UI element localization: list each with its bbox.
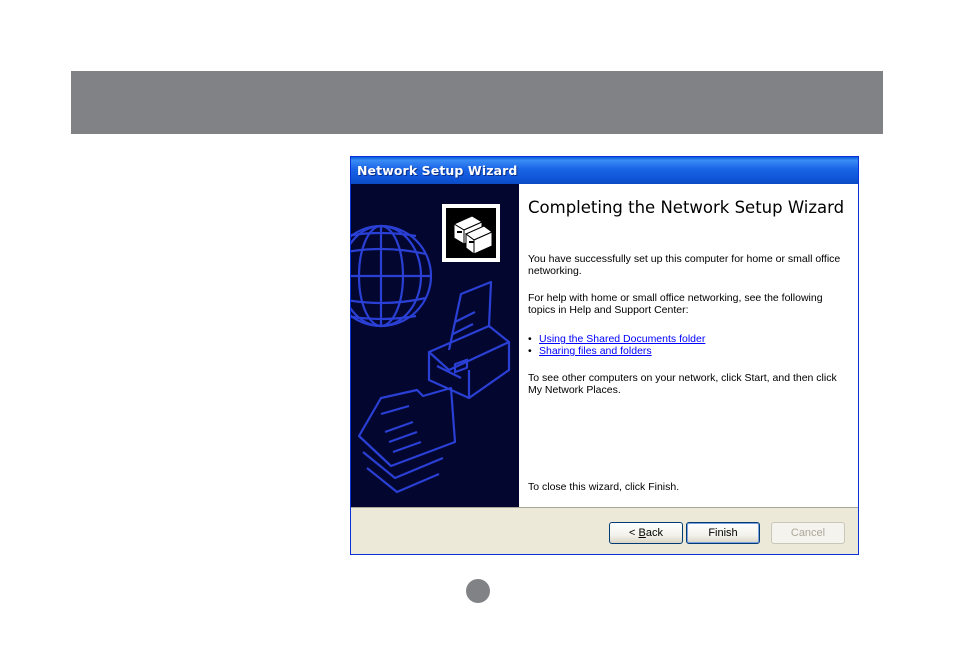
window-title: Network Setup Wizard bbox=[357, 163, 518, 178]
link-sharing-files[interactable]: Sharing files and folders bbox=[539, 345, 652, 357]
printer-icon bbox=[427, 280, 511, 400]
back-button[interactable]: < Back bbox=[609, 522, 683, 544]
help-topic-item: Using the Shared Documents folder bbox=[528, 333, 705, 345]
success-message: You have successfully set up this comput… bbox=[528, 253, 841, 277]
wizard-content: Completing the Network Setup Wizard You … bbox=[442, 184, 858, 507]
help-message: For help with home or small office netwo… bbox=[528, 292, 823, 316]
back-accelerator: B bbox=[638, 527, 646, 539]
title-bar[interactable]: Network Setup Wizard bbox=[351, 157, 858, 184]
network-computers-icon bbox=[442, 204, 500, 262]
wizard-heading: Completing the Network Setup Wizard bbox=[528, 198, 845, 217]
back-arrow-icon: < bbox=[629, 527, 639, 539]
link-shared-documents[interactable]: Using the Shared Documents folder bbox=[539, 333, 705, 345]
cancel-button[interactable]: Cancel bbox=[771, 522, 845, 544]
button-bar: < Back Finish Cancel bbox=[351, 507, 858, 554]
close-instruction: To close this wizard, click Finish. bbox=[528, 481, 680, 493]
page-marker-dot bbox=[466, 579, 490, 603]
wizard-window: Network Setup Wizard Completing the Netw… bbox=[350, 156, 859, 555]
help-topics-list: Using the Shared Documents folder Sharin… bbox=[528, 333, 705, 357]
help-topic-item: Sharing files and folders bbox=[528, 345, 705, 357]
top-gray-band bbox=[71, 71, 883, 134]
folder-icon bbox=[357, 386, 457, 494]
finish-button[interactable]: Finish bbox=[686, 522, 760, 544]
network-places-message: To see other computers on your network, … bbox=[528, 372, 837, 396]
globe-icon bbox=[351, 224, 433, 328]
back-label: ack bbox=[645, 527, 663, 539]
